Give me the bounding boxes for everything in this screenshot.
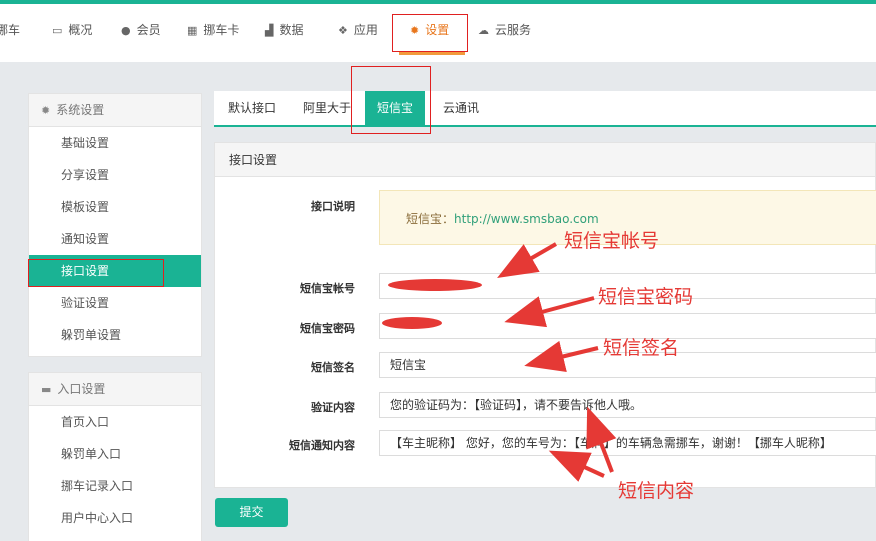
inbox-icon: ▬	[41, 383, 52, 396]
nav-item-apps[interactable]: ❖ 应用	[338, 19, 378, 41]
notify-content-label: 短信通知内容	[289, 439, 355, 452]
sidebar-item-ticket[interactable]: 躲罚单设置	[29, 319, 201, 351]
nav-item-members[interactable]: ● 会员	[121, 19, 161, 41]
nav-item-cloud[interactable]: ☁ 云服务	[478, 19, 531, 41]
panel-title: 接口设置	[215, 143, 875, 177]
sidebar-item-home-entry[interactable]: 首页入口	[29, 406, 201, 438]
interface-settings-panel: 接口设置 接口说明 短信宝：http://www.smsbao.com 短信宝帐…	[214, 142, 876, 488]
nav-label: 概况	[68, 23, 93, 37]
sidebar-system-settings: ✹ 系统设置 基础设置 分享设置 模板设置 通知设置 接口设置 验证设置 躲罚单设…	[28, 93, 202, 357]
cubes-icon: ❖	[338, 24, 348, 37]
account-label: 短信宝帐号	[300, 282, 355, 295]
annotation-signature: 短信签名	[603, 337, 680, 359]
desc-url[interactable]: http://www.smsbao.com	[454, 212, 599, 226]
sidebar-item-basic[interactable]: 基础设置	[29, 127, 201, 159]
submit-button[interactable]: 提交	[215, 498, 288, 527]
nav-item-cards[interactable]: ▦ 挪车卡	[187, 19, 239, 41]
sidebar-item-template[interactable]: 模板设置	[29, 191, 201, 223]
highlight-box-smsbao	[351, 66, 431, 134]
signature-label: 短信签名	[311, 361, 355, 374]
sidebar-header: ▬ 入口设置	[29, 373, 201, 406]
desc-label: 接口说明	[311, 200, 355, 213]
annotation-password: 短信宝密码	[598, 286, 694, 308]
password-label: 短信宝密码	[300, 322, 355, 335]
nav-label: 云服务	[495, 23, 532, 37]
redaction-scribble	[382, 317, 442, 329]
sidebar-item-notify[interactable]: 通知设置	[29, 223, 201, 255]
sidebar-item-verify[interactable]: 验证设置	[29, 287, 201, 319]
sidebar-item-user-entry[interactable]: 用户中心入口	[29, 502, 201, 534]
nav-item-nuoche[interactable]: 挪车	[0, 19, 20, 41]
annotation-account: 短信宝帐号	[564, 230, 660, 252]
sidebar-item-ticket-entry[interactable]: 躲罚单入口	[29, 438, 201, 470]
sidebar-header: ✹ 系统设置	[29, 94, 201, 127]
desc-prefix: 短信宝：	[406, 212, 455, 226]
nav-label: 数据	[279, 23, 304, 37]
nav-item-data[interactable]: ▟ 数据	[265, 19, 303, 41]
nav-label: 挪车	[0, 23, 21, 37]
sidebar-title: 系统设置	[56, 103, 105, 117]
highlight-box-settings	[392, 14, 468, 52]
interface-tabs: 默认接口 阿里大于 短信宝 云通讯	[214, 91, 876, 127]
monitor-icon: ▭	[52, 24, 63, 37]
sidebar-item-record-entry[interactable]: 挪车记录入口	[29, 470, 201, 502]
verify-content-input[interactable]: 您的验证码为：【验证码】，请不要告诉他人哦。	[379, 392, 876, 418]
sidebar-entry-settings: ▬ 入口设置 首页入口 躲罚单入口 挪车记录入口 用户中心入口	[28, 372, 202, 541]
annotation-content: 短信内容	[618, 480, 695, 502]
sidebar-title: 入口设置	[57, 382, 106, 396]
nav-label: 会员	[136, 23, 161, 37]
qrcode-icon: ▦	[187, 24, 198, 37]
tab-alidayu[interactable]: 阿里大于	[303, 91, 351, 125]
redaction-scribble	[388, 279, 482, 291]
gear-icon: ✹	[41, 104, 51, 117]
nav-item-overview[interactable]: ▭ 概况	[52, 19, 92, 41]
nav-label: 应用	[353, 23, 378, 37]
cloud-icon: ☁	[478, 24, 489, 37]
tab-default[interactable]: 默认接口	[228, 91, 276, 125]
user-icon: ●	[121, 24, 131, 37]
chart-icon: ▟	[265, 24, 274, 37]
notify-content-input[interactable]: 【车主昵称】 您好，您的车号为：【车牌】的车辆急需挪车，谢谢！【挪车人昵称】	[379, 430, 876, 456]
highlight-box-interface	[28, 259, 164, 287]
sidebar-item-share[interactable]: 分享设置	[29, 159, 201, 191]
active-nav-underline	[399, 52, 465, 55]
tab-yuntongxun[interactable]: 云通讯	[443, 91, 479, 125]
nav-label: 挪车卡	[203, 23, 240, 37]
verify-content-label: 验证内容	[311, 401, 355, 414]
